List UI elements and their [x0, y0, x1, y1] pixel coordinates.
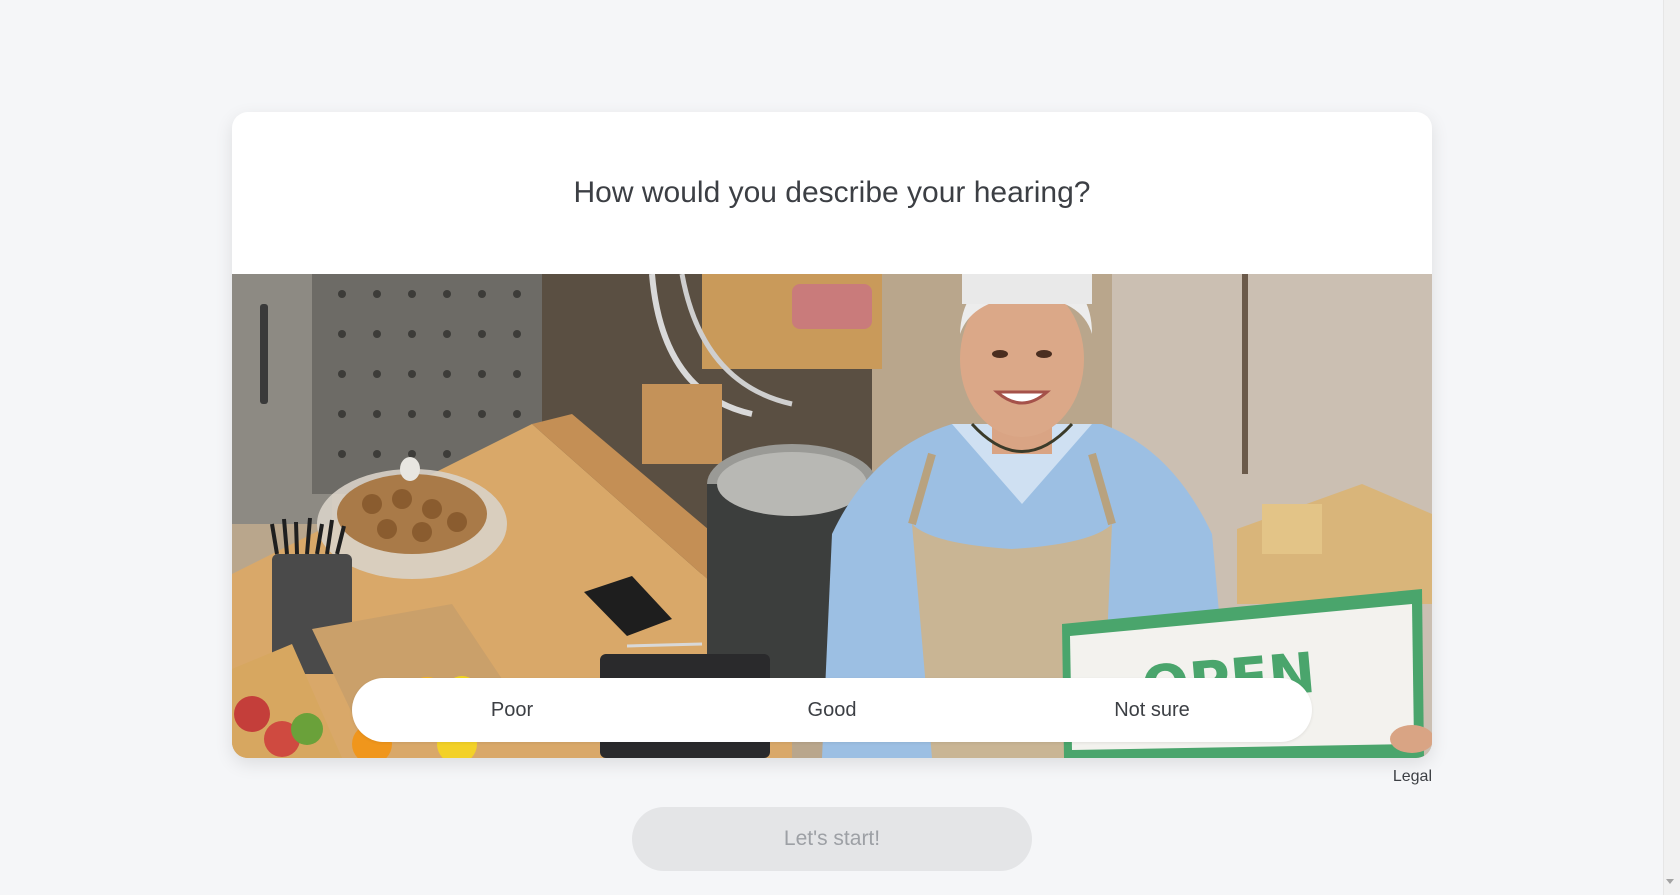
- answer-options: Poor Good Not sure: [352, 678, 1312, 742]
- option-poor[interactable]: Poor: [352, 678, 672, 742]
- option-good[interactable]: Good: [672, 678, 992, 742]
- option-not-sure[interactable]: Not sure: [992, 678, 1312, 742]
- survey-page: How would you describe your hearing? Poo…: [0, 0, 1680, 895]
- question-card: How would you describe your hearing? Poo…: [232, 112, 1432, 758]
- legal-link[interactable]: Legal: [1380, 768, 1432, 786]
- vertical-scrollbar[interactable]: [1663, 0, 1680, 895]
- start-button[interactable]: Let's start!: [632, 807, 1032, 871]
- scroll-down-arrow-icon[interactable]: [1666, 879, 1674, 884]
- question-title: How would you describe your hearing?: [573, 176, 1091, 209]
